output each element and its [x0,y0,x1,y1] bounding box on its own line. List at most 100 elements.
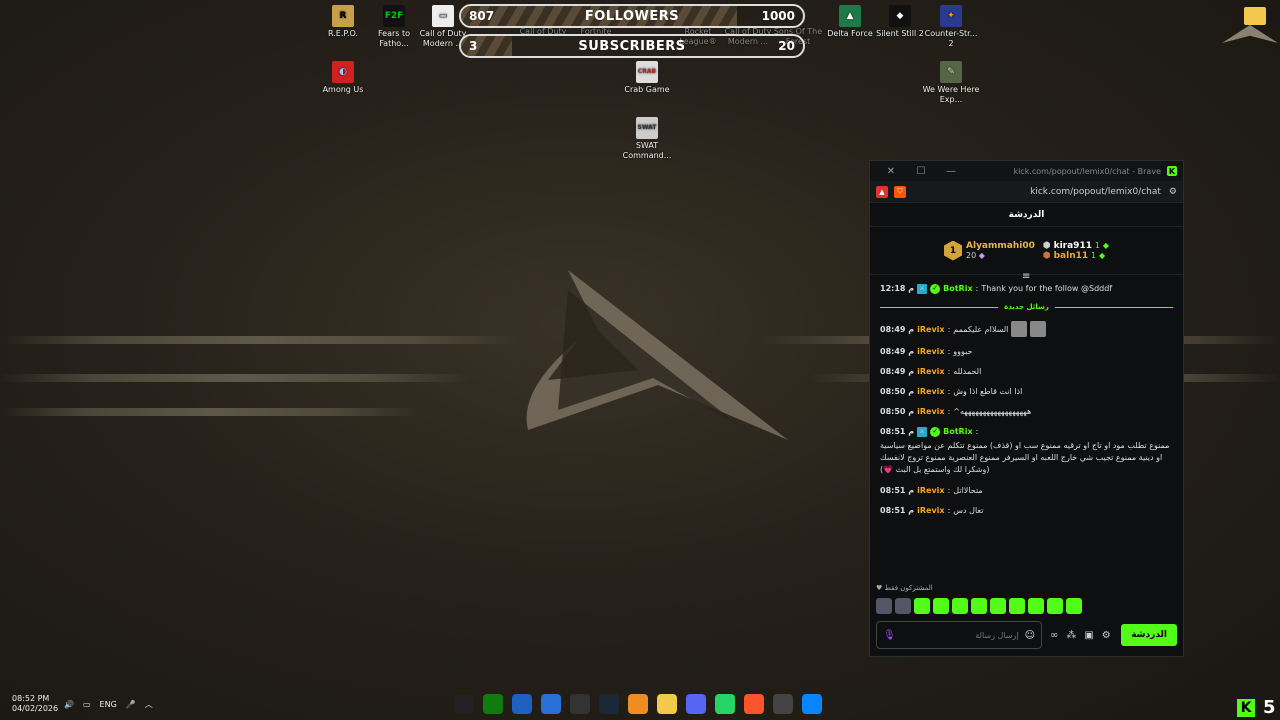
chevron-up-icon[interactable]: ︿ [145,699,153,710]
message-time: 08:51 م [880,427,915,436]
message-user[interactable]: iRevix [917,324,944,335]
moderator-icon: ⚔ [917,283,928,294]
store-icon[interactable]: ▣ [1084,630,1093,641]
send-chat-button[interactable]: الدردشة [1121,624,1177,646]
emote-icon[interactable] [914,598,930,614]
icon-label: Crab Game [624,85,670,94]
chat-message: 08:49 م iRevix: حبووو [880,346,973,357]
language-indicator[interactable]: ENG [100,700,117,709]
gift-icon: ◆ [1102,240,1109,250]
brave-shield-icon[interactable]: ⛉ [894,185,906,198]
emote-icon [1011,321,1028,337]
new-messages-label: رسائل جديدة [1004,303,1049,311]
windows-start-icon[interactable] [802,694,822,714]
message-user[interactable]: iRevix [917,346,944,357]
maximize-icon[interactable]: ☐ [906,166,936,177]
message-text: الحمدلله [953,367,982,376]
message-text: ممنوع تطلب مود او تاج او ترقيه ممنوع سب … [880,441,1170,474]
message-text: ^ههههههههههههههههههه [953,407,1032,416]
xbox-icon[interactable] [483,694,503,714]
gift-leaderboard: 1 Alyammahi00 20 ◆ ⬢ kira911 1 ◆ ⬢ baln1… [870,227,1183,282]
leader-name: Alyammahi00 [966,241,1035,251]
leader-third[interactable]: ⬢ baln11 1 ◆ [1043,251,1109,261]
message-text: متحالااتل [953,486,983,495]
system-clock[interactable]: 08:52 PM 04/02/2026 [12,694,58,714]
emote-icon[interactable] [990,598,1006,614]
battlenet-icon[interactable] [541,694,561,714]
leader-second[interactable]: ⬢ kira911 1 ◆ [1043,241,1109,251]
verified-icon: ✓ [930,426,941,437]
verified-icon: ✓ [930,283,941,294]
obs-icon[interactable] [454,694,474,714]
steam-icon[interactable] [599,694,619,714]
minimize-icon[interactable]: — [936,166,966,177]
subscribers-only-label: المشتركون فقط [884,584,933,592]
filter-icon[interactable]: ≡ [1022,271,1030,282]
whatsapp-icon[interactable] [715,694,735,714]
wallpaper-band [0,336,520,344]
silent-still-icon: ◆ [889,5,911,27]
folder-icon[interactable] [1244,7,1266,25]
emoji-icon[interactable]: ☺ [1025,630,1035,641]
emote-icon[interactable] [933,598,949,614]
search-icon[interactable] [773,694,793,714]
rockstar-icon[interactable] [570,694,590,714]
arc-icon[interactable] [628,694,648,714]
desktop-icon-among-us[interactable]: ◐ Among Us [313,61,373,95]
game-launcher-icon[interactable] [512,694,532,714]
message-text: اذا انت قاطع اذا وش [953,387,1023,396]
rank-3-icon: ⬢ [1042,250,1051,261]
message-user[interactable]: iRevix [917,406,944,417]
we-were-here-icon: ✎ [940,61,962,83]
message-user[interactable]: BotRix [943,283,972,294]
message-user[interactable]: iRevix [917,485,944,496]
emote-icon[interactable] [952,598,968,614]
discord-icon[interactable] [686,694,706,714]
window-title: kick.com/popout/lemix0/chat - Brave [1013,166,1161,176]
file-explorer-icon[interactable] [657,694,677,714]
quick-emote-bar [876,598,1082,614]
emote-icon[interactable] [1047,598,1063,614]
emote-icon[interactable] [1009,598,1025,614]
message-time: 08:50 م [880,387,915,396]
icon-label: We Were Here Exp... [922,85,980,104]
desktop-icon-we-were-here[interactable]: ✎ We Were Here Exp... [921,61,981,105]
mic-icon[interactable]: 🎙 [883,630,896,641]
chat-popup-window: ✕ ☐ — kick.com/popout/lemix0/chat - Brav… [869,160,1184,657]
infinity-icon[interactable]: ∞ [1050,630,1058,641]
desktop-icon-swat[interactable]: SWAT SWAT Command... [617,117,677,161]
brave-icon[interactable] [744,694,764,714]
brave-rewards-icon[interactable]: ▲ [876,185,888,198]
settings-gear-icon[interactable]: ⚙ [1102,630,1111,641]
chat-header-title: الدردشة [870,203,1183,227]
emote-icon[interactable] [1066,598,1082,614]
message-user[interactable]: iRevix [917,505,944,516]
message-user[interactable]: iRevix [917,386,944,397]
leader-first[interactable]: 1 Alyammahi00 20 ◆ [944,240,1035,261]
chat-input[interactable]: 🎙 إرسال رسالة ☺ [876,621,1042,649]
desktop-icon-counter-strike[interactable]: ✦ Counter-Str... 2 [921,5,981,49]
emote-icon[interactable] [876,598,892,614]
emote-icon[interactable] [971,598,987,614]
wallpaper-band [0,408,420,416]
message-user[interactable]: BotRix [943,426,972,437]
taskbar-apps [454,694,822,714]
close-icon[interactable]: ✕ [876,166,906,177]
desktop-icon-crab-game[interactable]: CRAB Crab Game [617,61,677,95]
message-user[interactable]: iRevix [917,366,944,377]
followers-goal-bar: 807 FOLLOWERS 1000 [459,4,805,28]
site-settings-icon[interactable]: ⚙ [1169,187,1177,197]
message-text: Thank you for the follow @Sdddf [981,284,1113,293]
emote-icon[interactable] [1028,598,1044,614]
network-icon[interactable]: ▭ [83,700,91,709]
emote-icon[interactable] [895,598,911,614]
cod-icon: ▭ [432,5,454,27]
subscribers-only-notice: ♥ المشتركون فقط [876,584,933,592]
url-field[interactable]: kick.com/popout/lemix0/chat [912,187,1169,197]
volume-icon[interactable]: 🔊 [64,700,74,709]
message-text: حبووو [953,347,973,356]
microphone-icon[interactable]: 🎤 [126,700,136,709]
icon-label: Among Us [322,85,364,94]
chat-message: 08:51 م iRevix: متحالااتل [880,485,983,496]
points-icon[interactable]: ⁂ [1066,630,1076,641]
